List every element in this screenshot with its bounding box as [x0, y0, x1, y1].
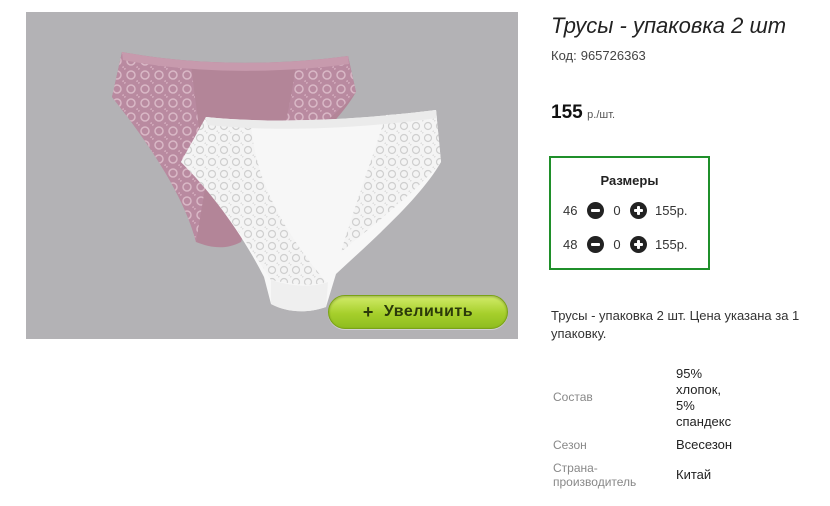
season-value: Всесезон: [676, 437, 733, 452]
composition-line: 95%: [676, 366, 703, 381]
product-code-label: Код:: [551, 48, 577, 63]
zoom-button-label: Увеличить: [383, 303, 474, 320]
country-value: Китай: [676, 467, 712, 482]
sizes-title: Размеры: [600, 173, 659, 188]
country-label-line: Страна-: [553, 461, 598, 475]
country-label-line: производитель: [553, 475, 637, 489]
plus-icon[interactable]: [630, 201, 647, 219]
composition-line: хлопок,: [676, 382, 722, 397]
size-value: 46: [563, 202, 578, 218]
minus-icon[interactable]: [587, 201, 604, 219]
product-code-value: 965726363: [580, 48, 646, 63]
sizes-panel: Размеры 46 0 155р. 48 0 155р.: [549, 156, 710, 270]
composition-label: Состав: [553, 390, 593, 404]
quantity-value: 0: [613, 236, 621, 252]
plus-icon: +: [362, 301, 374, 322]
composition-value: 95% хлопок, 5% спандекс: [676, 366, 731, 430]
product-title: Трусы - упаковка 2 шт: [551, 13, 787, 38]
composition-line: 5%: [676, 398, 695, 413]
zoom-button[interactable]: + Увеличить: [328, 295, 508, 329]
country-label: Страна- производитель: [553, 461, 636, 489]
size-price: 155р.: [655, 236, 688, 252]
size-row: 48 0 155р.: [563, 234, 688, 254]
size-value: 48: [563, 236, 578, 252]
size-price: 155р.: [655, 202, 688, 218]
size-row: 46 0 155р.: [563, 200, 688, 220]
plus-icon[interactable]: [630, 235, 647, 253]
product-image[interactable]: + Увеличить: [26, 12, 518, 339]
price-amount: 155: [551, 102, 583, 123]
composition-line: спандекс: [676, 414, 732, 429]
product-photo-illustration: [112, 52, 441, 312]
minus-icon[interactable]: [587, 235, 604, 253]
price-unit: р./шт.: [587, 109, 616, 121]
season-label: Сезон: [553, 438, 587, 452]
quantity-value: 0: [613, 202, 621, 218]
product-code: Код: 965726363: [551, 48, 646, 63]
product-price: 155 р./шт.: [551, 102, 615, 124]
product-description: Трусы - упаковка 2 шт. Цена указана за 1…: [551, 308, 800, 341]
